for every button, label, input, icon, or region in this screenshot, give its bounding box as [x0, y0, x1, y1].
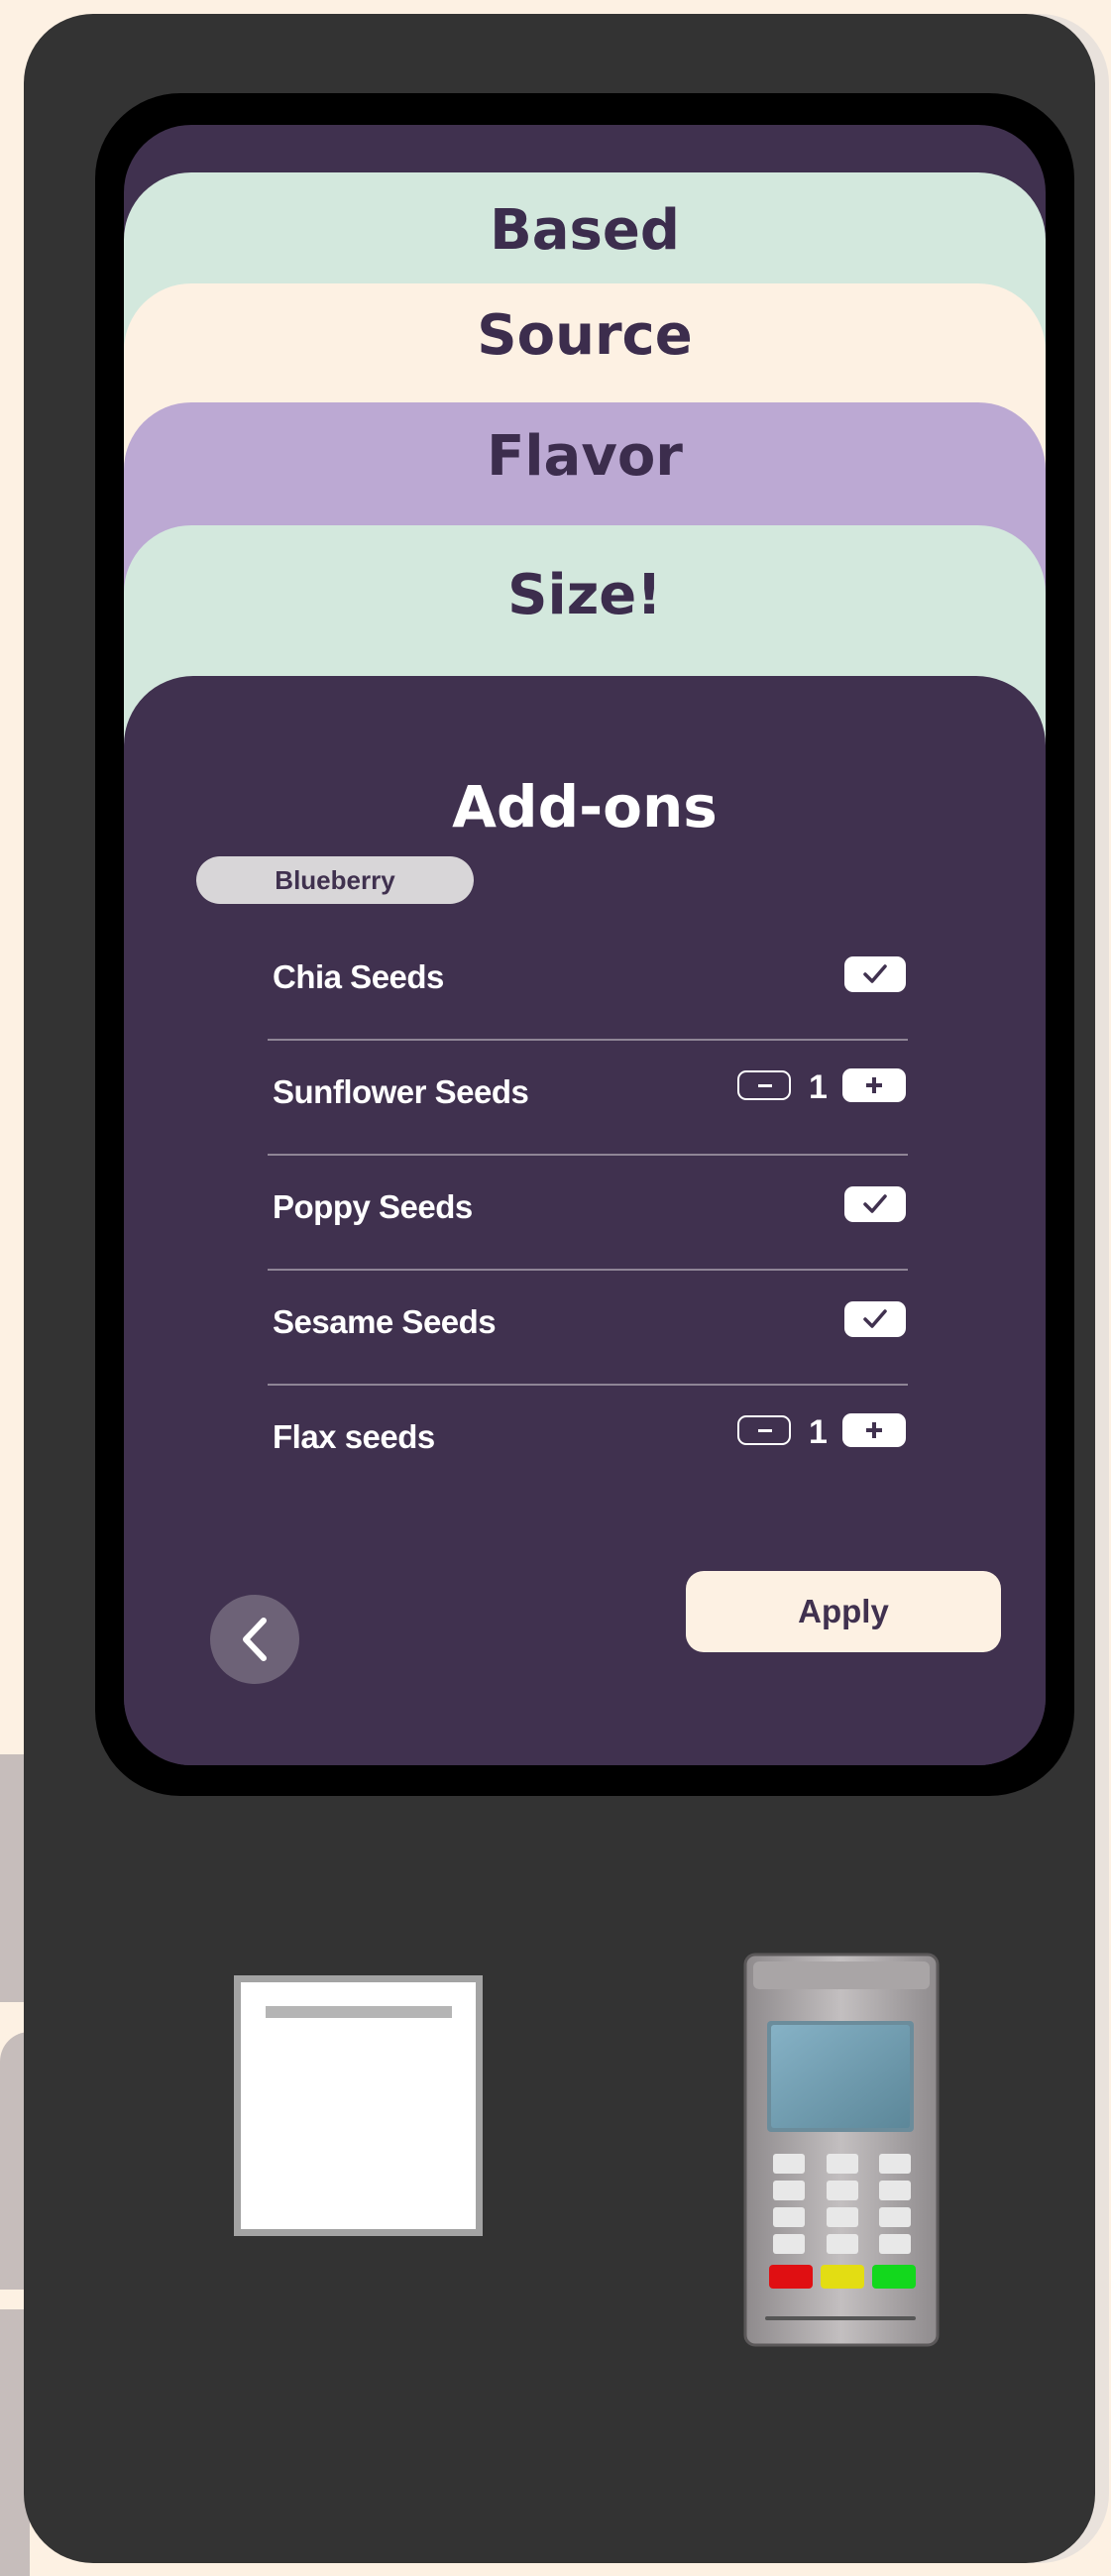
selected-flavor-chip: Blueberry: [196, 856, 474, 904]
receipt-line: [266, 2006, 452, 2018]
step-label-size: Size!: [507, 563, 662, 627]
poppy-seeds-checkbox[interactable]: [844, 1186, 906, 1222]
addon-name: Sunflower Seeds: [273, 1073, 529, 1110]
addons-panel: Add-ons Blueberry Chia Seeds Sunflower S…: [124, 676, 1046, 1765]
addon-row-poppy-seeds: Poppy Seeds: [268, 1156, 908, 1271]
kiosk-body: Based Source Flavor Size! Add-ons Bluebe…: [24, 14, 1095, 2563]
addon-name: Chia Seeds: [273, 958, 444, 995]
checkmark-icon: [863, 964, 887, 983]
checkmark-icon: [863, 1194, 887, 1213]
addon-row-chia-seeds: Chia Seeds: [268, 926, 908, 1041]
decrement-button[interactable]: [737, 1415, 791, 1445]
addon-name: Sesame Seeds: [273, 1303, 497, 1340]
addon-row-flax-seeds: Flax seeds 1: [268, 1386, 908, 1499]
quantity-value: 1: [809, 1068, 828, 1106]
increment-button[interactable]: [842, 1413, 906, 1447]
receipt-slot: [234, 1975, 483, 2236]
chevron-left-icon: [243, 1618, 267, 1661]
step-label-source: Source: [477, 303, 693, 368]
quantity-value: 1: [809, 1413, 828, 1451]
increment-button[interactable]: [842, 1068, 906, 1102]
addon-list: Chia Seeds Sunflower Seeds 1 Poppy Seeds…: [268, 926, 908, 1499]
addon-name: Poppy Seeds: [273, 1188, 473, 1225]
checkmark-icon: [863, 1309, 887, 1328]
sesame-seeds-checkbox[interactable]: [844, 1301, 906, 1337]
step-label-flavor: Flavor: [487, 424, 683, 489]
addon-row-sunflower-seeds: Sunflower Seeds 1: [268, 1041, 908, 1156]
kiosk-screen: Based Source Flavor Size! Add-ons Bluebe…: [124, 125, 1046, 1765]
addon-row-sesame-seeds: Sesame Seeds: [268, 1271, 908, 1386]
sunflower-seeds-stepper: 1: [737, 1068, 906, 1106]
chia-seeds-checkbox[interactable]: [844, 956, 906, 992]
back-button[interactable]: [210, 1595, 299, 1684]
addon-name: Flax seeds: [273, 1418, 435, 1455]
flax-seeds-stepper: 1: [737, 1413, 906, 1451]
step-label-based: Based: [490, 198, 680, 263]
receipt-paper: [241, 1982, 476, 2229]
panel-title: Add-ons: [452, 773, 718, 840]
apply-button[interactable]: Apply: [686, 1571, 1001, 1652]
card-reader-icon: [743, 1953, 940, 2347]
decrement-button[interactable]: [737, 1070, 791, 1100]
